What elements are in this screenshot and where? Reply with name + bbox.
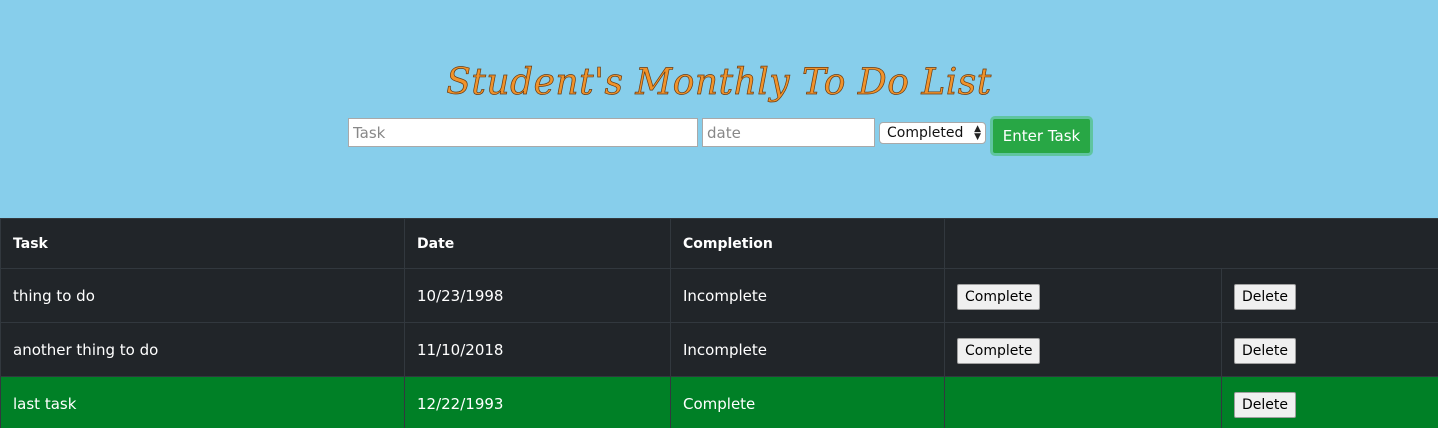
task-cell: another thing to do [0, 322, 405, 377]
task-table: Task Date Completion thing to do 10/23/1… [0, 218, 1438, 428]
header-banner: Student's Monthly To Do List Completed ▲… [0, 0, 1438, 218]
enter-task-button[interactable]: Enter Task [990, 116, 1093, 156]
select-arrows-icon: ▲ ▼ [974, 124, 981, 142]
column-header-completion: Completion [670, 218, 945, 269]
table-row: another thing to do 11/10/2018 Incomplet… [0, 322, 1438, 377]
task-input[interactable] [348, 118, 698, 147]
task-entry-form: Completed ▲▼ Enter Task [0, 114, 1438, 158]
task-cell: thing to do [0, 268, 405, 323]
page-title: Student's Monthly To Do List [446, 62, 992, 104]
complete-action-cell: Complete [944, 322, 1222, 377]
complete-button[interactable]: Complete [957, 283, 1041, 310]
date-cell: 12/22/1993 [404, 376, 671, 428]
delete-button[interactable]: Delete [1234, 283, 1296, 310]
completion-cell: Complete [670, 376, 945, 428]
date-cell: 11/10/2018 [404, 322, 671, 377]
table-row-completed: last task 12/22/1993 Complete Delete [0, 376, 1438, 428]
table-header-row: Task Date Completion [0, 218, 1438, 269]
complete-action-cell: Complete [944, 268, 1222, 323]
complete-action-cell [944, 376, 1222, 428]
complete-button[interactable]: Complete [957, 337, 1041, 364]
date-input[interactable] [702, 118, 875, 147]
completion-status-select[interactable]: Completed ▲ ▼ [879, 122, 986, 144]
column-header-date: Date [404, 218, 671, 269]
delete-button[interactable]: Delete [1234, 337, 1296, 364]
page: Student's Monthly To Do List Completed ▲… [0, 0, 1438, 428]
task-cell: last task [0, 376, 405, 428]
date-cell: 10/23/1998 [404, 268, 671, 323]
delete-action-cell: Delete [1221, 322, 1438, 377]
column-header-actions [944, 218, 1438, 269]
table-row: thing to do 10/23/1998 Incomplete Comple… [0, 268, 1438, 323]
column-header-task: Task [0, 218, 405, 269]
completion-cell: Incomplete [670, 268, 945, 323]
delete-action-cell: Delete [1221, 376, 1438, 428]
delete-button[interactable]: Delete [1234, 391, 1296, 418]
delete-action-cell: Delete [1221, 268, 1438, 323]
status-select-value: Completed [887, 125, 964, 141]
completion-cell: Incomplete [670, 322, 945, 377]
